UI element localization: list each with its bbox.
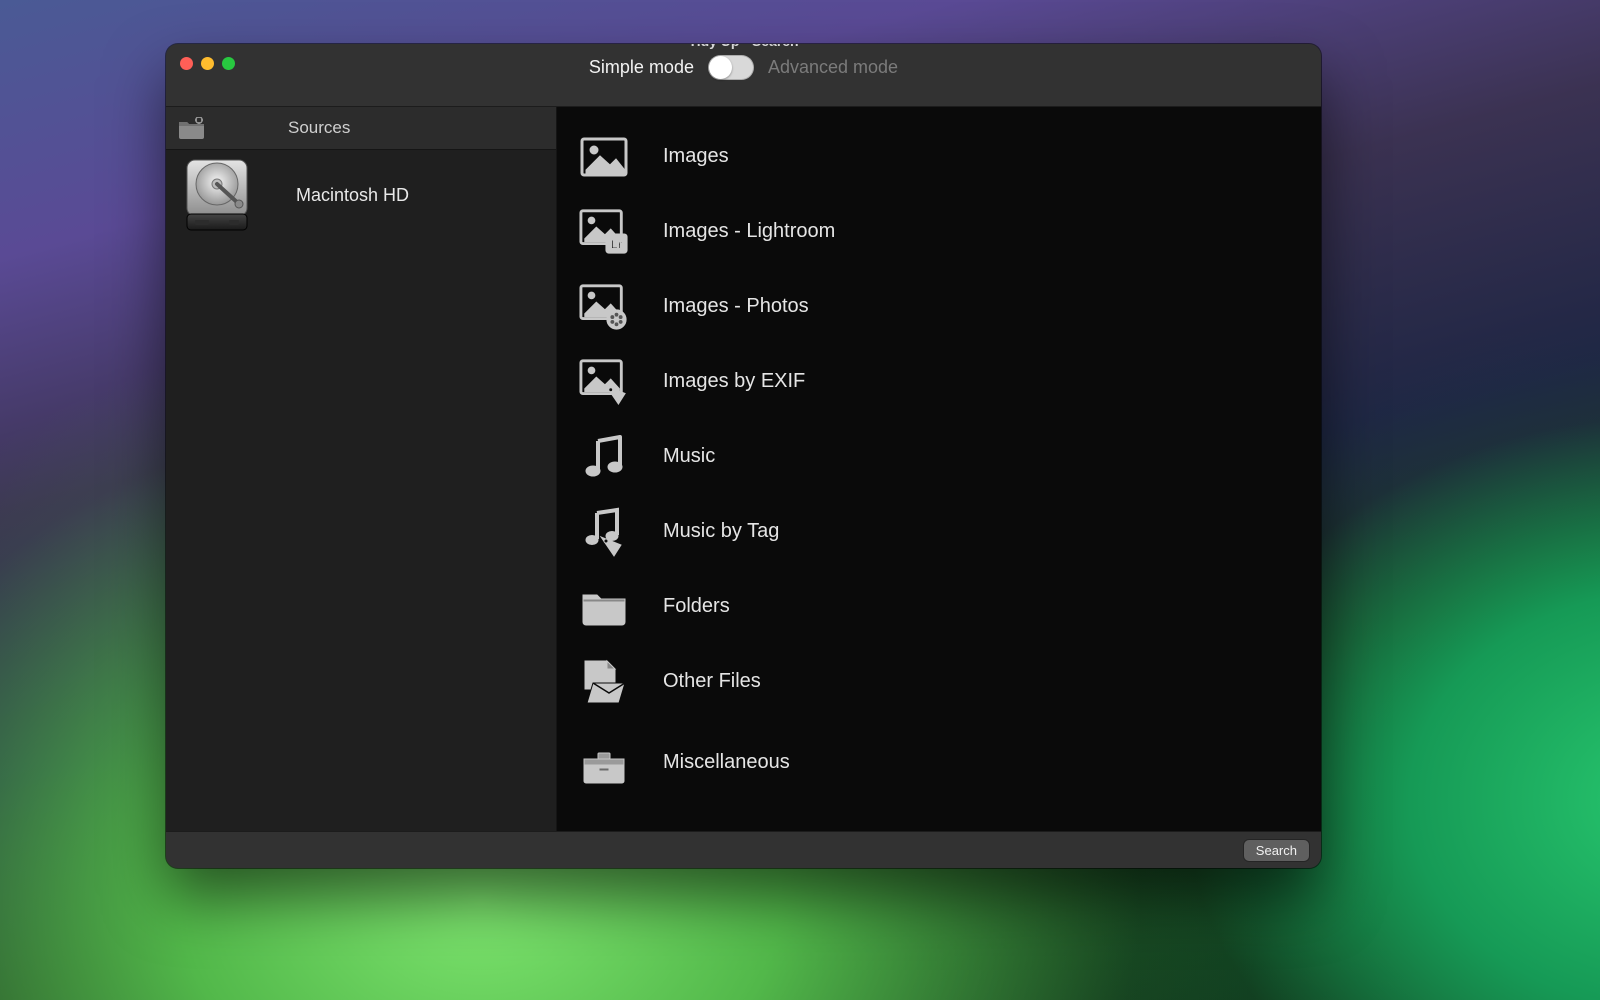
image-icon xyxy=(579,132,629,182)
image-photos-icon xyxy=(579,282,629,332)
sidebar-header[interactable]: Sources xyxy=(166,107,556,150)
category-label: Music xyxy=(663,445,715,468)
category-label: Images by EXIF xyxy=(663,370,805,393)
sidebar: Sources xyxy=(166,107,557,831)
drive-label: Macintosh HD xyxy=(296,185,409,206)
image-exif-icon xyxy=(579,357,629,407)
mode-toggle[interactable] xyxy=(708,55,754,80)
footer: Search xyxy=(166,831,1321,868)
mode-toggle-row: Simple mode Advanced mode xyxy=(589,55,898,80)
zoom-button[interactable] xyxy=(222,57,235,70)
folder-icon xyxy=(579,582,629,632)
category-folders[interactable]: Folders xyxy=(557,569,1321,644)
category-label: Images - Photos xyxy=(663,295,809,318)
category-images-exif[interactable]: Images by EXIF xyxy=(557,344,1321,419)
category-panel: Images Lr Images - Lightroom Images - Ph… xyxy=(557,107,1321,831)
category-images[interactable]: Images xyxy=(557,119,1321,194)
search-button[interactable]: Search xyxy=(1244,840,1309,861)
window-title: Tidy Up - Search xyxy=(688,44,798,49)
hard-drive-icon xyxy=(178,156,256,234)
category-label: Folders xyxy=(663,595,730,618)
category-label: Images xyxy=(663,145,729,168)
category-list: Images Lr Images - Lightroom Images - Ph… xyxy=(557,107,1321,831)
traffic-lights xyxy=(180,57,235,70)
sidebar-header-label: Sources xyxy=(288,118,350,138)
category-label: Images - Lightroom xyxy=(663,220,835,243)
close-button[interactable] xyxy=(180,57,193,70)
image-lightroom-icon: Lr xyxy=(579,207,629,257)
other-files-icon xyxy=(579,657,629,707)
category-music-tag[interactable]: Music by Tag xyxy=(557,494,1321,569)
category-images-lightroom[interactable]: Lr Images - Lightroom xyxy=(557,194,1321,269)
category-images-photos[interactable]: Images - Photos xyxy=(557,269,1321,344)
misc-icon xyxy=(579,742,629,792)
titlebar: Tidy Up - Search Simple mode Advanced mo… xyxy=(166,44,1321,107)
folder-gear-icon xyxy=(178,117,206,139)
category-label: Miscellaneous xyxy=(663,751,790,774)
category-music[interactable]: Music xyxy=(557,419,1321,494)
music-icon xyxy=(579,432,629,482)
desktop-background: Tidy Up - Search Simple mode Advanced mo… xyxy=(0,0,1600,1000)
category-label: Music by Tag xyxy=(663,520,779,543)
advanced-mode-label: Advanced mode xyxy=(768,57,898,78)
music-tag-icon xyxy=(579,507,629,557)
minimize-button[interactable] xyxy=(201,57,214,70)
svg-text:Lr: Lr xyxy=(611,239,623,251)
window-body: Sources xyxy=(166,107,1321,831)
app-window: Tidy Up - Search Simple mode Advanced mo… xyxy=(166,44,1321,868)
category-miscellaneous[interactable]: Miscellaneous xyxy=(557,719,1321,794)
category-other-files[interactable]: Other Files xyxy=(557,644,1321,719)
sidebar-item-macintosh-hd[interactable]: Macintosh HD xyxy=(166,150,556,240)
simple-mode-label: Simple mode xyxy=(589,57,694,78)
category-label: Other Files xyxy=(663,670,761,693)
